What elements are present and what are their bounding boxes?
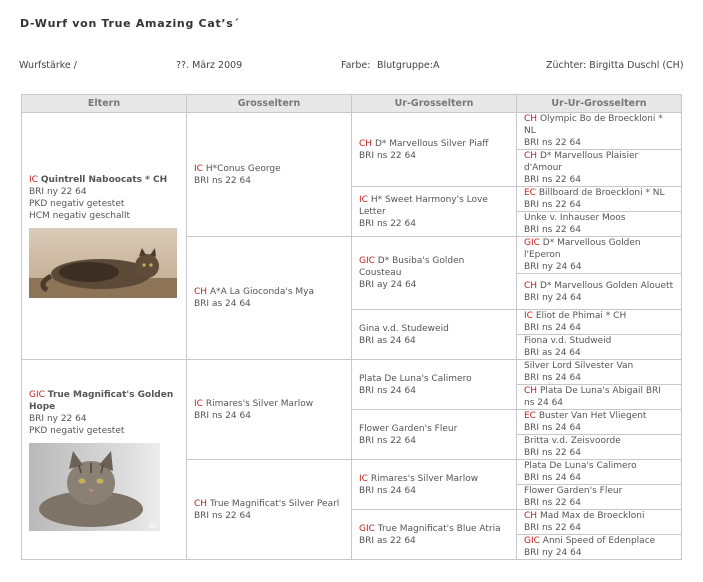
- parent-dam: GIC True Magnificat's Golden Hope BRI ny…: [21, 359, 187, 560]
- grandparent-2: CH A*A La Gioconda's Mya BRI as 24 64: [186, 236, 352, 360]
- header-ur-ur-grosseltern: Ur-Ur-Grosseltern: [516, 94, 682, 113]
- great-great-grandparent-1: CH Olympic Bo de Broeckloni * NL BRI ns …: [516, 112, 682, 150]
- great-great-grandparent-16: GIC Anni Speed of Edenplace BRI ny 24 64: [516, 534, 682, 560]
- dam-cat-photo: [29, 442, 160, 531]
- great-great-grandparent-10: CH Plata De Luna's Abigail BRI ns 24 64: [516, 384, 682, 410]
- grandparent-4: CH True Magnificat's Silver Pearl BRI ns…: [186, 459, 352, 560]
- birth-date: ??. März 2009: [176, 60, 243, 71]
- header-grosseltern: Grosseltern: [186, 94, 352, 113]
- great-grandparent-6: Flower Garden's Fleur BRI ns 22 64: [351, 409, 517, 460]
- great-grandparent-7: IC Rimares's Silver Marlow BRI ns 24 64: [351, 459, 517, 510]
- grandparent-1: IC H*Conus George BRI ns 22 64: [186, 112, 352, 237]
- header-eltern: Eltern: [21, 94, 187, 113]
- parent-sire: IC Quintrell Naboocats * CH BRI ny 22 64…: [21, 112, 187, 360]
- great-grandparent-2: IC H* Sweet Harmony's Love Letter BRI ns…: [351, 186, 517, 237]
- great-great-grandparent-2: CH D* Marvellous Plaisier d'Amour BRI ns…: [516, 149, 682, 187]
- header-row: Eltern Grosseltern Ur-Grosseltern Ur-Ur-…: [21, 94, 682, 113]
- great-great-grandparent-11: EC Buster Van Het Vliegent BRI ns 24 64: [516, 409, 682, 435]
- grandparent-3: IC Rimares's Silver Marlow BRI ns 24 64: [186, 359, 352, 460]
- great-grandparent-8: GIC True Magnificat's Blue Atria BRI as …: [351, 509, 517, 560]
- great-great-grandparent-9: Silver Lord Silvester Van BRI ns 24 64: [516, 359, 682, 385]
- great-great-grandparent-7: IC Eliot de Phimai * CH BRI ns 24 64: [516, 309, 682, 335]
- sire-cat-photo: [29, 228, 177, 298]
- color-label: Farbe:: [341, 60, 371, 71]
- great-great-grandparent-15: CH Mad Max de Broeckloni BRI ns 22 64: [516, 509, 682, 535]
- great-great-grandparent-6: CH D* Marvellous Golden Alouett BRI ny 2…: [516, 273, 682, 310]
- great-great-grandparent-8: Fiona v.d. Studweid BRI as 24 64: [516, 334, 682, 360]
- great-grandparent-3: GIC D* Busiba's Golden Cousteau BRI ay 2…: [351, 236, 517, 310]
- great-grandparent-4: Gina v.d. Studeweid BRI as 24 64: [351, 309, 517, 360]
- great-great-grandparent-12: Britta v.d. Zeisvoorde BRI ns 22 64: [516, 434, 682, 460]
- great-great-grandparent-5: GIC D* Marvellous Golden l'Eperon BRI ny…: [516, 236, 682, 274]
- breeder: Züchter: Birgitta Duschl (CH): [546, 60, 684, 71]
- great-great-grandparent-3: EC Billboard de Broeckloni * NL BRI ns 2…: [516, 186, 682, 212]
- pedigree-table: Eltern Grosseltern Ur-Grosseltern Ur-Ur-…: [21, 94, 682, 560]
- great-grandparent-1: CH D* Marvellous Silver Piaff BRI ns 22 …: [351, 112, 517, 187]
- great-grandparent-5: Plata De Luna's Calimero BRI ns 24 64: [351, 359, 517, 410]
- great-great-grandparent-13: Plata De Luna's Calimero BRI ns 24 64: [516, 459, 682, 485]
- great-great-grandparent-4: Unke v. Inhauser Moos BRI ns 22 64: [516, 211, 682, 237]
- great-great-grandparent-14: Flower Garden's Fleur BRI ns 22 64: [516, 484, 682, 510]
- litter-size-label: Wurfstärke /: [19, 60, 77, 71]
- color-value: Blutgruppe:A: [377, 60, 440, 71]
- header-ur-grosseltern: Ur-Grosseltern: [351, 94, 517, 113]
- page-title: D-Wurf von True Amazing Cat’s´: [20, 17, 240, 30]
